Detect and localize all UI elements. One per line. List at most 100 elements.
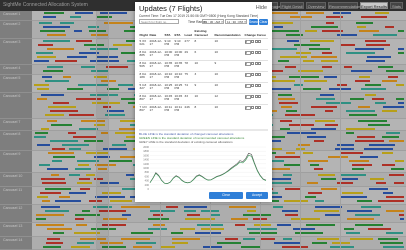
cell-load: 277: [184, 38, 194, 50]
change-checkbox[interactable]: [258, 106, 262, 110]
change-checkbox[interactable]: [258, 95, 262, 99]
change-checkbox[interactable]: [251, 40, 255, 44]
cell-existing: 8: [194, 38, 214, 50]
y-tick-label: 1400: [143, 158, 149, 162]
updates-modal: Updates (7 Flights) Hide Current Time: T…: [135, 2, 272, 202]
cell-recommendation: 10: [214, 38, 244, 50]
cell-sta: 10:45 PM: [164, 93, 174, 105]
cell-load: 74: [184, 82, 194, 94]
change-checkbox[interactable]: [251, 84, 255, 88]
cell-eta: 10:11 PM: [174, 104, 184, 115]
series-line: [149, 152, 267, 184]
cell-existing: 8: [194, 104, 214, 115]
table-row: 8 KA 885 2018-12-17 10:00 PM 10:00 PM 29 6 10 8: [139, 49, 268, 61]
cell-existing: 10: [194, 60, 214, 72]
column-header: Date: [149, 32, 157, 37]
cell-sta: 10:10 PM: [164, 71, 174, 83]
y-tick-label: 1800: [143, 149, 149, 153]
cell-date: 2018-12-17: [149, 82, 164, 94]
change-checkbox[interactable]: [258, 40, 262, 44]
cell-sta: 10:00 PM: [164, 49, 174, 61]
y-tick-label: 1600: [143, 153, 149, 157]
cell-load: 33: [184, 93, 194, 105]
cell-sta: 10:35 PM: [164, 60, 174, 72]
change-carousel-select[interactable]: 8: [244, 40, 251, 44]
table-row: 8 KA 189 2018-12-17 10:10 PM 10:10 PM 75 3 10 8: [139, 71, 268, 83]
cell-change-carousel: 8: [244, 93, 268, 105]
clear-button[interactable]: Clear: [259, 18, 268, 25]
column-header: STA: [164, 32, 171, 37]
cell-existing: 10: [194, 93, 214, 105]
accept-change-button[interactable]: Accept Change: [246, 192, 268, 202]
table-header-row: Flight Date STA ETA Load Existing Carous…: [139, 28, 268, 39]
cell-flight: 5 CZ 327: [139, 82, 149, 94]
y-tick-label: 1000: [143, 166, 149, 170]
cell-load: 78: [184, 60, 194, 72]
cell-flight: 8 KA 867: [139, 93, 149, 105]
change-checkbox[interactable]: [251, 106, 255, 110]
y-tick-label: 1200: [143, 162, 149, 166]
y-tick-label: 800: [145, 170, 150, 174]
change-checkbox[interactable]: [258, 62, 262, 66]
cell-date: 2018-12-17: [149, 38, 164, 50]
column-header: Existing Carousel: [194, 29, 208, 37]
cell-recommendation: 10: [214, 71, 244, 83]
change-checkbox[interactable]: [258, 51, 262, 55]
cell-sta: 9:10 PM: [164, 38, 174, 50]
change-checkbox[interactable]: [254, 62, 258, 66]
table-row: 5 XX 021 2018-12-17 9:10 PM 9:10 PM 277 8 10 8: [139, 38, 268, 50]
cell-change-carousel: 8: [244, 60, 268, 72]
cell-date: 2018-12-17: [149, 49, 164, 61]
change-checkbox[interactable]: [258, 84, 262, 88]
cell-load: 75: [184, 71, 194, 83]
change-carousel-select[interactable]: 8: [244, 51, 251, 55]
cell-eta: 9:10 PM: [174, 38, 184, 50]
change-checkbox[interactable]: [251, 73, 255, 77]
horizontal-scrollbar[interactable]: [139, 129, 268, 131]
column-header: Recommendation: [214, 32, 241, 37]
column-header: Change Carou: [244, 32, 266, 37]
cell-change-carousel: 8: [244, 71, 268, 83]
change-checkbox[interactable]: [254, 95, 258, 99]
column-header: Flight: [139, 32, 148, 37]
change-checkbox[interactable]: [254, 51, 258, 55]
change-checkbox[interactable]: [254, 40, 258, 44]
cell-flight: 8 KA 885: [139, 49, 149, 61]
change-checkbox[interactable]: [251, 95, 255, 99]
change-carousel-select[interactable]: 8: [244, 84, 251, 88]
chart-svg: 2000180016001400120010008006004002000: [143, 145, 267, 191]
table-row: 7 UO 867 2018-12-17 10:11 PM 10:11 PM 246 8 10…: [139, 104, 268, 115]
change-carousel-select[interactable]: 8: [244, 62, 251, 66]
time-to-input[interactable]: 11 : 30 : PM ◷: [225, 19, 247, 24]
hide-button[interactable]: Hide: [256, 5, 267, 11]
column-header: Load: [184, 32, 192, 37]
cell-change-carousel: 8: [244, 49, 268, 61]
cell-eta: 10:25 PM: [174, 82, 184, 94]
y-tick-label: 400: [145, 179, 150, 183]
change-checkbox[interactable]: [254, 106, 258, 110]
cell-date: 2018-12-17: [149, 60, 164, 72]
cell-recommendation: 10: [214, 104, 244, 115]
change-checkbox[interactable]: [254, 73, 258, 77]
chart-legend: BLUE LINE is the standard deviation of c…: [139, 132, 268, 145]
change-carousel-select[interactable]: 8: [244, 73, 251, 77]
cell-date: 2018-12-17: [149, 93, 164, 105]
clear-recommendation-button[interactable]: Clear Recommendation: [209, 192, 243, 202]
change-carousel-select[interactable]: 8: [244, 95, 251, 99]
flight-search-input[interactable]: Search for flight no.: [139, 19, 179, 24]
table-row: 8 KA 505 2018-12-17 10:35 PM 10:35 PM 78 10 9 8: [139, 60, 268, 72]
change-checkbox[interactable]: [254, 84, 258, 88]
change-carousel-select[interactable]: 8: [244, 106, 251, 110]
cell-eta: 10:10 PM: [174, 71, 184, 83]
y-tick-label: 600: [145, 174, 150, 178]
time-from-input[interactable]: 01 : 30 : AM ◷: [202, 19, 224, 24]
change-checkbox[interactable]: [251, 62, 255, 66]
cell-eta: 10:45 PM: [174, 93, 184, 105]
current-time: Current Time: Tue Dec 17 2019 21:50:06 G…: [139, 14, 259, 18]
search-button[interactable]: Search: [249, 18, 259, 25]
table-row: 8 KA 867 2018-12-17 10:45 PM 10:45 PM 33 10 12…: [139, 93, 268, 105]
cell-change-carousel: 8: [244, 104, 268, 115]
change-checkbox[interactable]: [251, 51, 255, 55]
change-checkbox[interactable]: [258, 73, 262, 77]
table-row: 5 CZ 327 2018-12-17 10:25 PM 10:25 PM 74 9 10 8: [139, 82, 268, 94]
